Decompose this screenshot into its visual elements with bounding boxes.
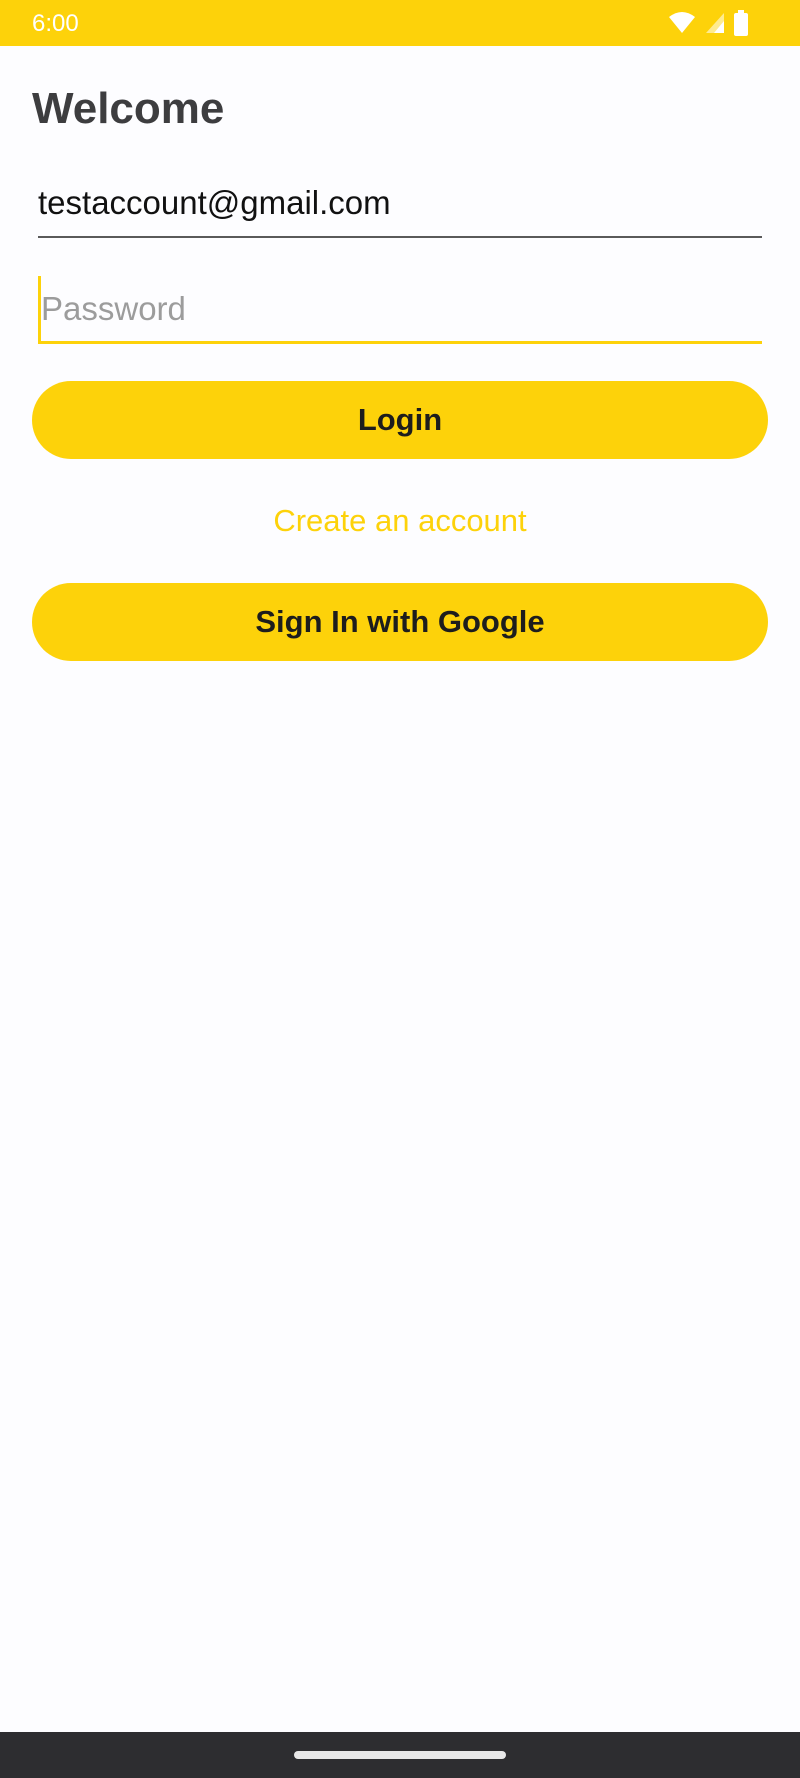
status-icons (668, 9, 748, 37)
signal-icon (704, 11, 726, 35)
navigation-bar (0, 1732, 800, 1778)
status-time: 6:00 (32, 10, 79, 37)
google-sign-in-button[interactable]: Sign In with Google (32, 583, 768, 661)
email-field[interactable] (38, 170, 762, 238)
password-field[interactable] (38, 276, 762, 344)
login-button[interactable]: Login (32, 381, 768, 459)
battery-icon (734, 10, 748, 36)
login-screen: 6:00 Welcome testaccount@gmail.com Login… (0, 0, 800, 1778)
create-account-link[interactable]: Create an account (0, 503, 800, 539)
page-title: Welcome (32, 84, 225, 133)
wifi-icon (668, 11, 696, 35)
home-indicator[interactable] (294, 1751, 506, 1759)
status-bar: 6:00 (0, 0, 800, 46)
